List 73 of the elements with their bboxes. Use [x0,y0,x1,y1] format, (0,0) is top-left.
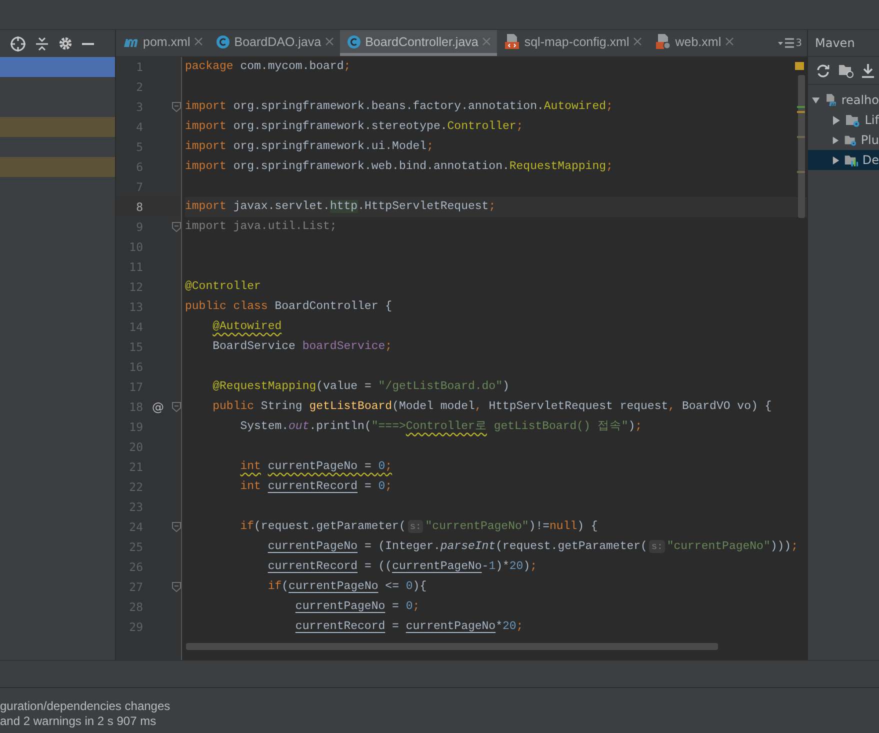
change-marker[interactable] [797,171,805,173]
tree-item[interactable]: realho [808,90,879,110]
tree-item[interactable]: De [808,150,879,170]
log-line: guration/dependencies changes [0,699,172,714]
class-icon [216,34,230,48]
code-line: package com.mycom.board; [185,59,351,75]
code-line: import org.springframework.stereotype.Controller; [185,119,524,135]
xml-file-icon [504,34,520,49]
scrollbar-thumb[interactable] [186,643,718,650]
line-number: 8 [135,200,143,214]
editor-tab[interactable]: sql-map-config.xml [497,30,648,56]
close-icon[interactable] [633,37,642,46]
code-line: import org.springframework.ui.Model; [185,139,434,155]
change-marker[interactable] [797,106,805,108]
code-line: import org.springframework.web.bind.annotation.RequestMapping; [185,159,613,175]
crosshair-icon[interactable] [10,36,26,52]
code-line: if(currentPageNo <= 0){ [266,579,427,595]
panel-title: Maven [808,30,879,57]
log-line: and 2 warnings in 2 s 907 ms [0,714,158,729]
module-icon [824,92,838,108]
code-line: import javax.servlet.http.HttpServletRequest; [185,199,496,215]
close-icon[interactable] [482,37,492,46]
code-line: currentRecord = ((currentPageNo-1)*20); [266,559,538,575]
collapsed-arrow-icon [832,116,841,124]
code-line: import java.util.List; [185,219,337,235]
code-line: currentPageNo = 0; [294,599,420,615]
change-marker[interactable] [797,136,805,138]
folder-gear-icon [844,112,861,128]
code-line: @Controller [185,279,261,295]
expanded-arrow-icon [812,96,820,104]
code-line: int currentRecord = 0; [239,479,392,495]
editor-tab[interactable]: BoardDAO.java [209,30,340,56]
folder-icon[interactable] [838,64,854,78]
download-icon[interactable] [862,64,874,78]
tree-item[interactable]: Plu [808,130,879,150]
code-line: System.out.println("===>Controller로 getListBoard() 접속"); [239,419,642,435]
code-line: import org.springframework.beans.factory.annotation.Autowired; [185,99,613,115]
editor-tab[interactable]: BoardController.java [340,30,498,56]
code-line: @RequestMapping(value = "/getListBoard.do") [212,379,510,395]
code-line: public String getListBoard(Model model, HttpServletRequest request, BoardVO vo) { [212,399,772,415]
fold-icon[interactable] [172,522,181,532]
code-line: if(request.getParameter( s: "currentPageNo")!=null) { [239,519,598,535]
code-line: currentPageNo = (Integer.parseInt(request.getParameter( s: "currentPageNo"))); [266,539,798,555]
code-line: currentRecord = currentPageNo*20; [294,619,524,635]
code-line: BoardService boardService; [212,339,392,355]
folder-chart-icon [844,152,858,168]
fold-icon[interactable] [172,222,181,232]
code-line: public class BoardController { [185,299,392,315]
settings-icon[interactable] [58,36,73,51]
close-icon[interactable] [325,37,334,46]
code-line: @Autowired [212,319,282,335]
fold-icon[interactable] [172,582,181,592]
close-icon[interactable] [194,37,204,46]
gutter-mark[interactable]: @ [152,400,164,414]
editor-tab[interactable]: pom.xml [116,30,210,56]
fold-icon[interactable] [172,102,181,112]
warning-marker[interactable] [795,62,804,70]
collapse-icon[interactable] [35,36,49,52]
collapsed-arrow-icon [832,136,840,144]
minimize-icon[interactable] [82,42,94,46]
refresh-icon[interactable] [816,64,830,78]
scrollbar-thumb[interactable] [798,75,805,218]
collapsed-arrow-icon [832,156,840,164]
close-icon[interactable] [725,37,734,46]
change-marker[interactable] [797,111,805,113]
tab-overflow-button[interactable]: 3 [774,30,807,56]
code-line: int currentPageNo = 0; [239,459,392,475]
caret-list-icon [778,37,794,49]
fold-icon[interactable] [172,402,181,412]
class-icon [347,34,362,48]
web-file-icon [655,34,672,49]
editor-tab[interactable]: web.xml [648,30,740,56]
tree-item[interactable]: Lif [808,110,879,130]
